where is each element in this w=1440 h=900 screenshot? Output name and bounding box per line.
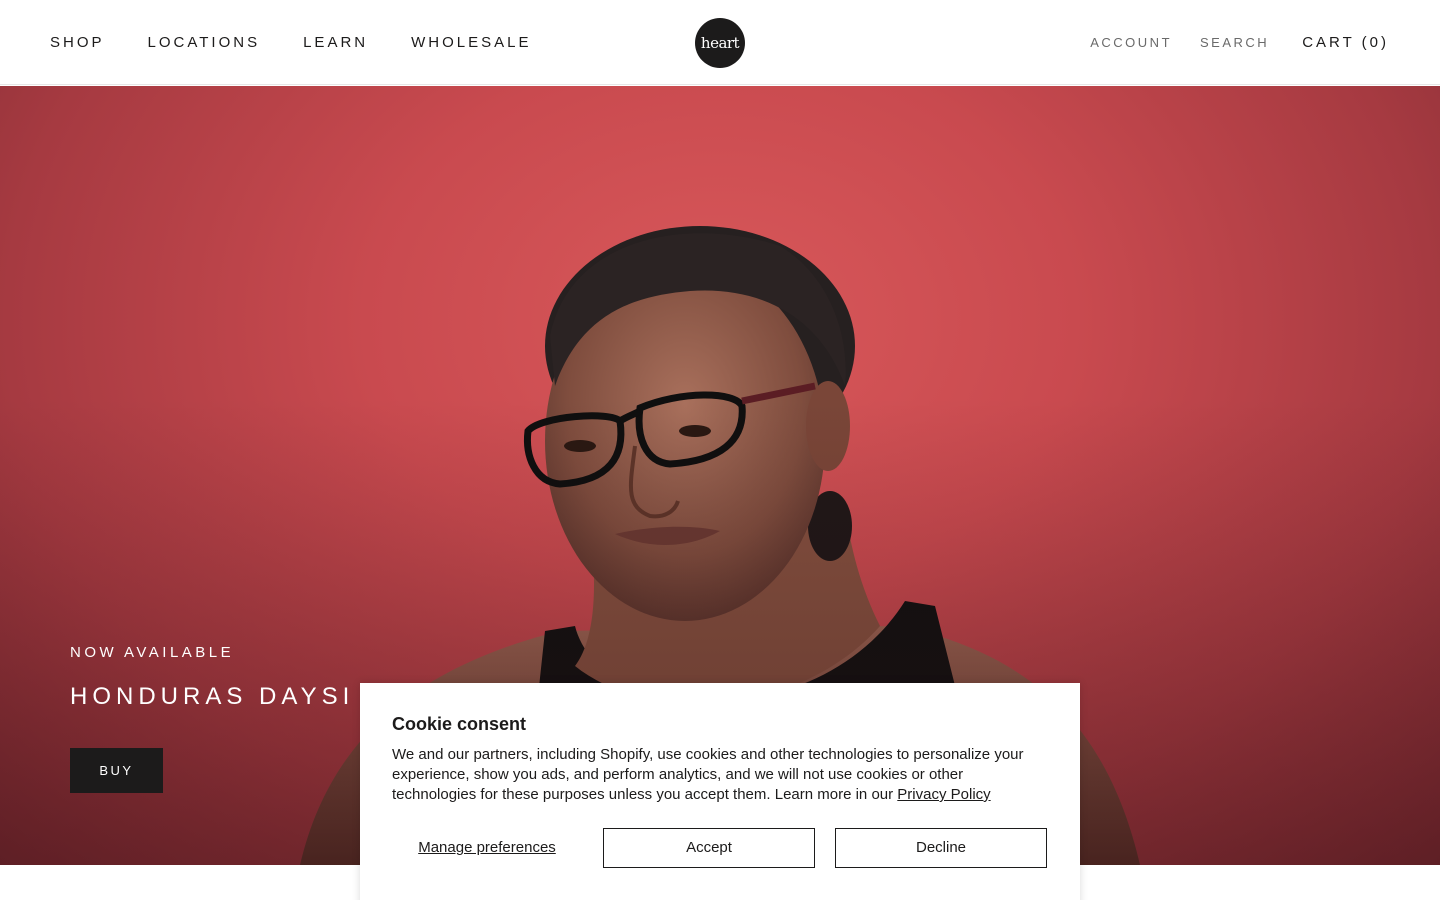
accept-button[interactable]: Accept [603, 828, 815, 868]
search-link[interactable]: SEARCH [1200, 35, 1269, 50]
nav-locations[interactable]: LOCATIONS [148, 34, 261, 51]
main-navigation: SHOP LOCATIONS LEARN WHOLESALE [50, 0, 575, 85]
manage-preferences-button[interactable]: Manage preferences [392, 828, 582, 868]
cookie-consent-banner: Cookie consent We and our partners, incl… [360, 683, 1080, 900]
heart-logo[interactable]: heart [695, 18, 745, 68]
site-header: SHOP LOCATIONS LEARN WHOLESALE heart ACC… [0, 0, 1440, 85]
cart-link[interactable]: CART (0) [1302, 34, 1389, 51]
hero-content: NOW AVAILABLE HONDURAS DAYSI M BUY [70, 644, 391, 793]
nav-shop[interactable]: SHOP [50, 34, 105, 51]
logo-text: heart [700, 34, 740, 52]
nav-wholesale[interactable]: WHOLESALE [411, 34, 531, 51]
utility-navigation: ACCOUNT SEARCH CART (0) [1062, 0, 1389, 85]
hero-eyebrow: NOW AVAILABLE [70, 644, 235, 661]
buy-button[interactable]: BUY [70, 748, 163, 793]
decline-button[interactable]: Decline [835, 828, 1047, 868]
cookie-consent-actions: Manage preferences Accept Decline [392, 828, 1048, 868]
account-link[interactable]: ACCOUNT [1090, 35, 1172, 50]
cookie-consent-title: Cookie consent [392, 714, 527, 734]
privacy-policy-link[interactable]: Privacy Policy [897, 786, 990, 803]
hero-title: HONDURAS DAYSI M [70, 683, 391, 710]
nav-learn[interactable]: LEARN [303, 34, 368, 51]
cookie-consent-text: We and our partners, including Shopify, … [392, 745, 1042, 805]
